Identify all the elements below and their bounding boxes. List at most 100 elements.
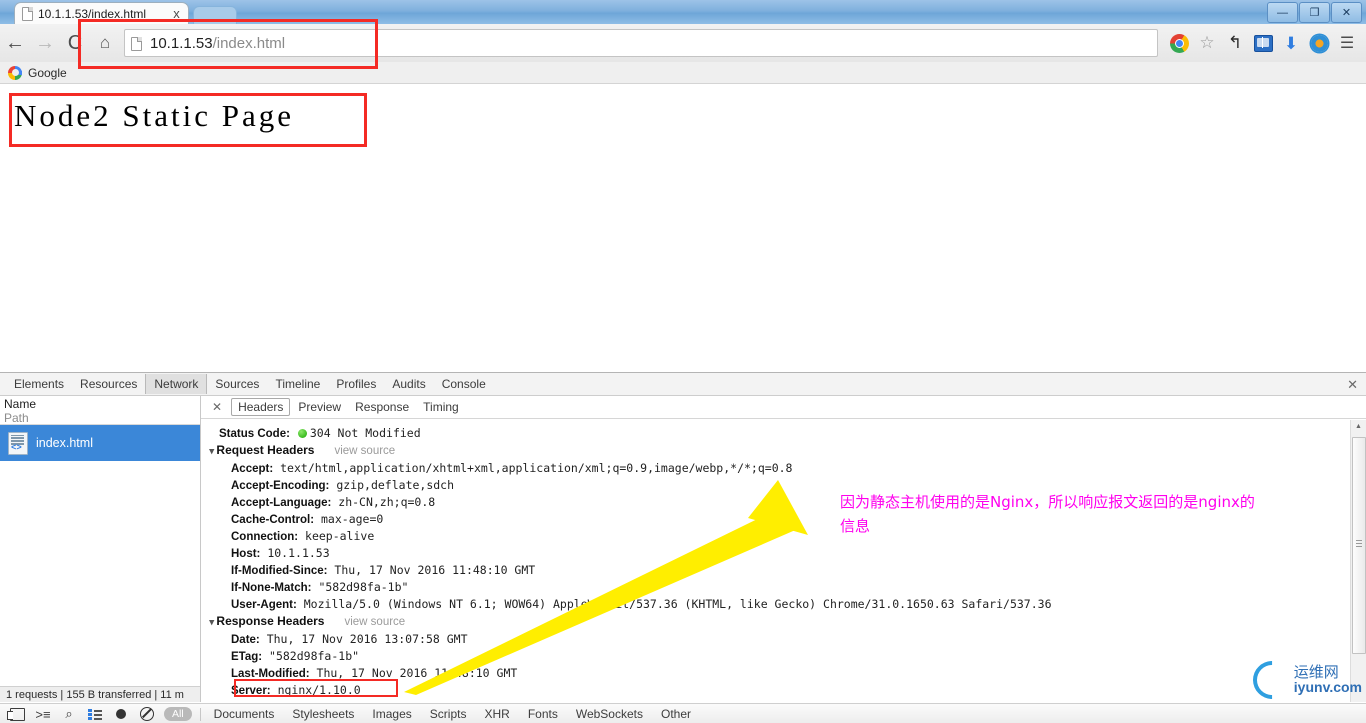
header-value: zh-CN,zh;q=0.8 — [338, 495, 436, 509]
tab-timeline[interactable]: Timeline — [267, 375, 328, 393]
devtools-tab-bar: Elements Resources Network Sources Timel… — [0, 373, 1366, 396]
filter-xhr[interactable]: XHR — [475, 707, 518, 721]
section-label: Response Headers — [216, 614, 325, 628]
detail-close-icon[interactable]: ✕ — [205, 400, 229, 414]
reload-icon[interactable]: C — [60, 28, 90, 58]
devtools-body: Name Path <> index.html ✕ Headers Previe… — [0, 396, 1366, 702]
header-row: User-Agent: Mozilla/5.0 (Windows NT 6.1;… — [231, 596, 1366, 613]
detail-tab-bar: ✕ Headers Preview Response Timing — [201, 396, 1366, 419]
tab-network[interactable]: Network — [145, 374, 208, 394]
page-document-icon — [131, 36, 143, 51]
header-key: Date: — [231, 634, 260, 646]
browser-window: 10.1.1.53/index.html x — ❐ ✕ ← → C ⌂ 10.… — [0, 0, 1366, 723]
header-value: Mozilla/5.0 (Windows NT 6.1; WOW64) Appl… — [303, 597, 1052, 611]
status-code-label: Status Code: — [219, 428, 290, 440]
scroll-up-icon[interactable]: ▲ — [1351, 420, 1366, 433]
filter-documents[interactable]: Documents — [205, 707, 284, 721]
request-headers-section-title[interactable]: ▼ Request Headers view source — [209, 442, 1366, 460]
tab-headers[interactable]: Headers — [231, 398, 291, 416]
filter-all[interactable]: All — [164, 707, 192, 721]
address-path: /index.html — [212, 34, 286, 52]
tab-resources[interactable]: Resources — [72, 375, 145, 393]
address-host: 10.1.1.53 — [150, 34, 213, 52]
header-key: Last-Modified: — [231, 668, 310, 680]
header-value: Thu, 17 Nov 2016 13:07:58 GMT — [266, 632, 468, 646]
header-value: gzip,deflate,sdch — [336, 478, 455, 492]
tab-sources[interactable]: Sources — [207, 375, 267, 393]
header-row: Last-Modified: Thu, 17 Nov 2016 11:48:10… — [231, 665, 1366, 682]
dock-panel-icon[interactable] — [4, 704, 30, 723]
header-row: If-Modified-Since: Thu, 17 Nov 2016 11:4… — [231, 562, 1366, 579]
large-rows-icon[interactable] — [82, 704, 108, 723]
headers-scrollbar[interactable]: ▲ — [1350, 420, 1366, 702]
page-title: Node2 Static Page — [14, 98, 295, 133]
watermark: 运维网 iyunv.com — [1244, 653, 1362, 707]
request-name: index.html — [36, 436, 93, 450]
header-value: Thu, 17 Nov 2016 11:48:10 GMT — [334, 563, 536, 577]
network-request-list: Name Path <> index.html — [0, 396, 201, 702]
console-drawer-icon[interactable]: >≡ — [30, 704, 56, 723]
address-bar[interactable]: 10.1.1.53/index.html — [124, 29, 1158, 57]
bookmark-item-google[interactable]: Google — [8, 65, 67, 80]
record-icon[interactable] — [108, 704, 134, 723]
menu-icon[interactable]: ☰ — [1334, 30, 1360, 56]
close-window-button[interactable]: ✕ — [1331, 2, 1362, 23]
view-source-link[interactable]: view source — [344, 616, 405, 628]
table-row[interactable]: <> index.html — [0, 425, 200, 461]
clear-icon[interactable] — [134, 704, 160, 723]
back-icon[interactable]: ← — [0, 28, 30, 58]
forward-icon[interactable]: → — [30, 28, 60, 58]
extension-gear-icon[interactable] — [1306, 30, 1332, 56]
status-ok-icon — [297, 429, 307, 438]
browser-toolbar: ← → C ⌂ 10.1.1.53/index.html ☆ ↰ ⬇ ☰ — [0, 24, 1366, 63]
search-icon[interactable]: ⌕ — [56, 704, 82, 723]
filter-websockets[interactable]: WebSockets — [567, 707, 652, 721]
tab-profiles[interactable]: Profiles — [328, 375, 384, 393]
chevron-down-icon: ▼ — [209, 618, 215, 628]
annotation-line-2: 信息 — [840, 517, 871, 535]
header-key: If-Modified-Since: — [231, 565, 328, 577]
home-icon[interactable]: ⌂ — [90, 28, 120, 58]
tab-timing[interactable]: Timing — [417, 399, 465, 415]
filter-fonts[interactable]: Fonts — [519, 707, 567, 721]
filter-images[interactable]: Images — [363, 707, 420, 721]
network-list-header: Name Path — [0, 396, 200, 425]
bookmark-star-icon[interactable]: ☆ — [1194, 30, 1220, 56]
tab-console[interactable]: Console — [434, 375, 494, 393]
view-source-link[interactable]: view source — [334, 445, 395, 457]
tab-response[interactable]: Response — [349, 399, 415, 415]
minimize-button[interactable]: — — [1267, 2, 1298, 23]
download-icon[interactable]: ⬇ — [1278, 30, 1304, 56]
book-icon[interactable] — [1250, 30, 1276, 56]
header-key: Cache-Control: — [231, 514, 315, 526]
scrollbar-thumb[interactable] — [1352, 437, 1366, 654]
filter-scripts[interactable]: Scripts — [421, 707, 476, 721]
undo-icon[interactable]: ↰ — [1222, 30, 1248, 56]
header-value: Thu, 17 Nov 2016 11:48:10 GMT — [316, 666, 518, 680]
header-key: User-Agent: — [231, 599, 297, 611]
close-icon[interactable]: x — [169, 7, 184, 20]
filter-other[interactable]: Other — [652, 707, 700, 721]
filter-stylesheets[interactable]: Stylesheets — [283, 707, 363, 721]
devtools-close-icon[interactable]: ✕ — [1347, 377, 1358, 393]
new-tab-button[interactable] — [193, 6, 237, 25]
toolbar-actions: ☆ ↰ ⬇ ☰ — [1166, 30, 1366, 56]
address-bar-text: 10.1.1.53/index.html — [150, 35, 285, 52]
browser-tab[interactable]: 10.1.1.53/index.html x — [14, 2, 189, 24]
tab-preview[interactable]: Preview — [292, 399, 347, 415]
response-headers-section-title[interactable]: ▼ Response Headers view source — [209, 613, 1366, 631]
tab-elements[interactable]: Elements — [6, 375, 72, 393]
bookmark-label: Google — [28, 65, 67, 80]
divider — [199, 707, 201, 721]
chrome-logo-icon — [1166, 30, 1192, 56]
header-row: ETag: "582d98fa-1b" — [231, 648, 1366, 665]
bookmarks-bar: Google — [0, 62, 1366, 84]
header-row: Accept: text/html,application/xhtml+xml,… — [231, 460, 1366, 477]
annotation-line-1: 因为静态主机使用的是Nginx，所以响应报文返回的是nginx的 — [840, 493, 1255, 511]
restore-button[interactable]: ❐ — [1299, 2, 1330, 23]
tab-audits[interactable]: Audits — [384, 375, 433, 393]
html-document-icon: <> — [8, 431, 28, 455]
document-icon — [21, 6, 34, 21]
devtools-panel: Elements Resources Network Sources Timel… — [0, 372, 1366, 723]
header-value: "582d98fa-1b" — [318, 580, 409, 594]
